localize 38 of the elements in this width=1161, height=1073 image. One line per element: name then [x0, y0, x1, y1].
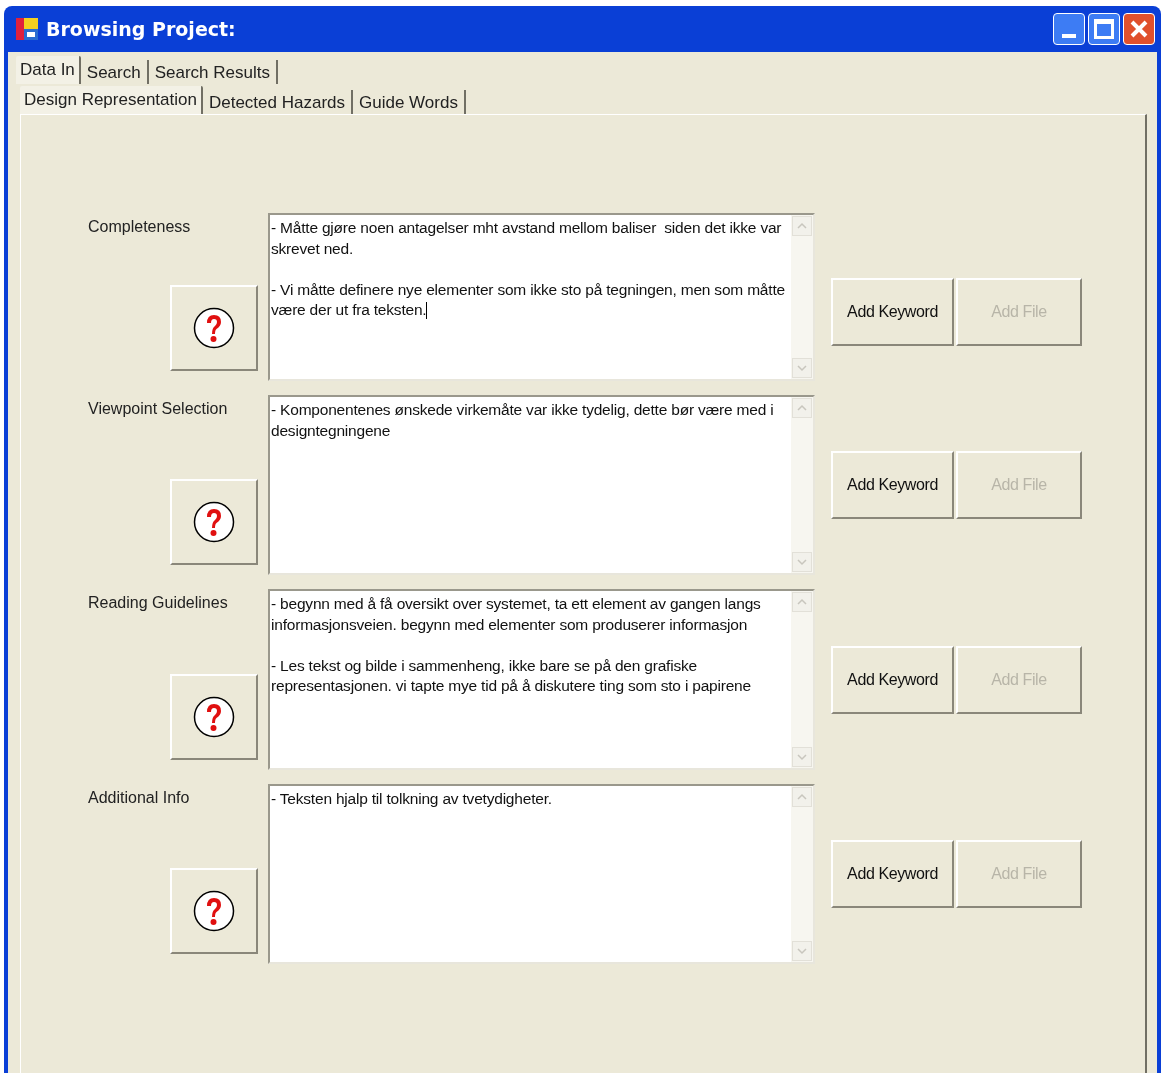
scroll-down-icon[interactable]: [792, 747, 812, 767]
tab[interactable]: Design Representation: [20, 86, 203, 114]
text-area[interactable]: - Måtte gjøre noen antagelser mht avstand mellom baliser siden det ikke var skrevet ned. - Vi måtte definere nye elementer som ikke sto på tegningen, men som måtte være der ut fra teksten.: [268, 213, 815, 381]
app-icon: [16, 18, 38, 40]
help-icon: [193, 890, 235, 932]
help-button[interactable]: [170, 285, 258, 371]
help-icon: [193, 501, 235, 543]
add-keyword-button[interactable]: Add Keyword: [831, 278, 954, 346]
add-keyword-button[interactable]: Add Keyword: [831, 840, 954, 908]
maximize-button[interactable]: [1088, 13, 1120, 45]
section-label: Reading Guidelines: [88, 593, 228, 613]
section-label: Additional Info: [88, 788, 190, 808]
close-icon: [1129, 19, 1149, 39]
text-area[interactable]: - begynn med å få oversikt over systemet, ta ett element av gangen langs informasjonsveien. begynn med elementer som produserer informasjon - Les tekst og bilde i sammenheng, ikke bare se på den grafiske representasjonen. vi tapte mye tid på å diskutere ting som sto i papirene: [268, 589, 815, 770]
window-title: Browsing Project:: [46, 16, 236, 42]
scroll-down-icon[interactable]: [792, 358, 812, 378]
scroll-down-icon[interactable]: [792, 941, 812, 961]
minimize-icon: [1062, 34, 1076, 38]
text-area[interactable]: - Komponentenes ønskede virkemåte var ikke tydelig, dette bør være med i designtegningene: [268, 395, 815, 575]
text-area[interactable]: - Teksten hjalp til tolkning av tvetydigheter.: [268, 784, 815, 964]
section-label: Viewpoint Selection: [88, 399, 228, 419]
section-label: Completeness: [88, 217, 191, 237]
help-button[interactable]: [170, 479, 258, 565]
add-keyword-button[interactable]: Add Keyword: [831, 645, 954, 714]
help-button[interactable]: [170, 674, 258, 760]
add-keyword-button[interactable]: Add Keyword: [831, 451, 954, 519]
scroll-up-icon[interactable]: [792, 216, 812, 236]
help-button[interactable]: [170, 868, 258, 954]
minimize-button[interactable]: [1053, 13, 1085, 45]
scroll-up-icon[interactable]: [792, 592, 812, 612]
maximize-icon: [1094, 19, 1114, 39]
scroll-up-icon[interactable]: [792, 398, 812, 418]
close-button[interactable]: [1123, 13, 1155, 45]
scroll-up-icon[interactable]: [792, 787, 812, 807]
help-icon: [193, 307, 235, 349]
tab[interactable]: Data In: [16, 56, 81, 84]
scroll-down-icon[interactable]: [792, 552, 812, 572]
help-icon: [193, 696, 235, 738]
